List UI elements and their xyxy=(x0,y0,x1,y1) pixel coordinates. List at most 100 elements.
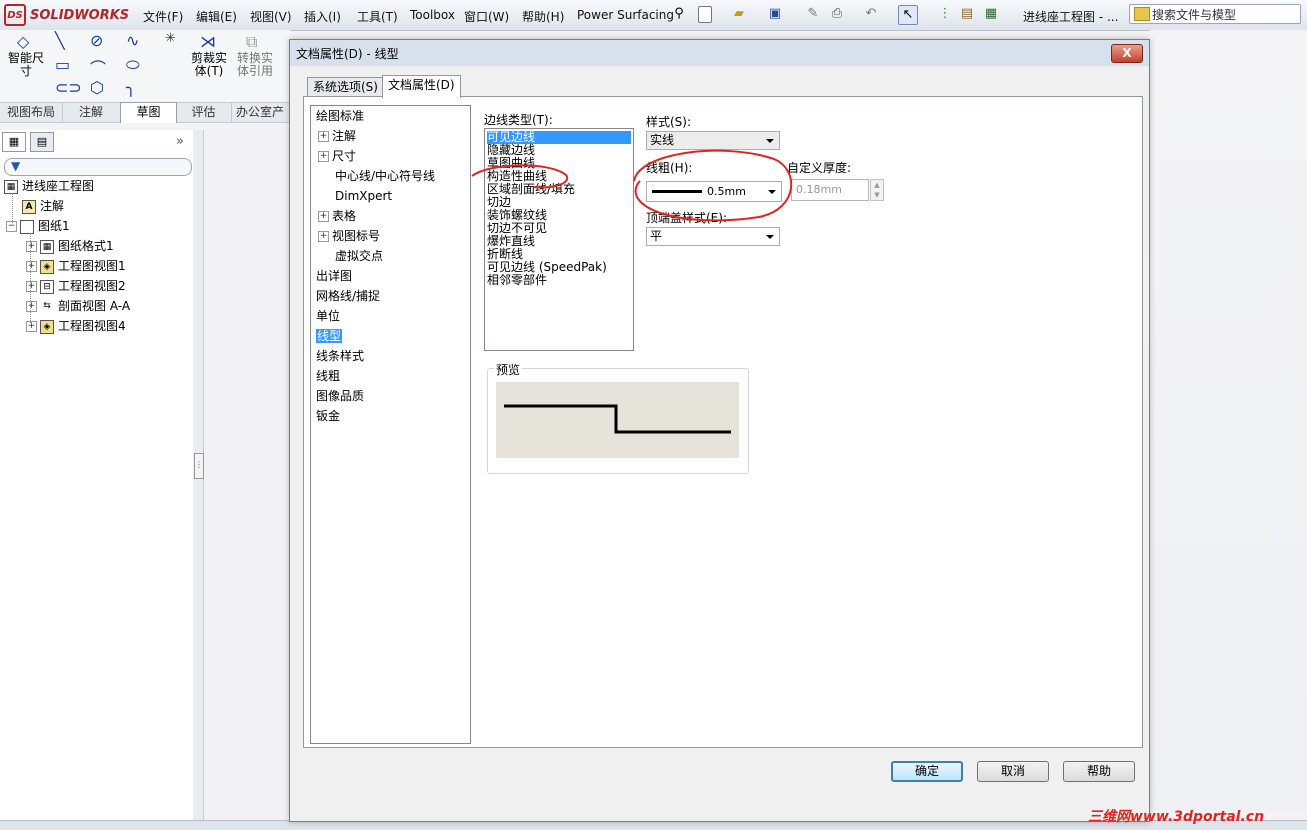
menu-tools[interactable]: 工具(T) xyxy=(357,8,398,25)
tree-item-label: 工程图视图4 xyxy=(58,319,126,333)
tab-annotation[interactable]: 注解 xyxy=(62,103,121,122)
undo-icon[interactable]: ↶ xyxy=(862,5,880,23)
smart-dimension-icon[interactable]: ◇ xyxy=(17,32,29,51)
open-folder-icon[interactable]: ▰ xyxy=(730,5,748,23)
tree-item-view2[interactable]: + ⊟ 工程图视图2 xyxy=(26,277,126,295)
tree-item-section-view[interactable]: + ⇆ 剖面视图 A-A xyxy=(26,297,130,315)
sheet-icon xyxy=(20,219,34,234)
tree-root-label: 进线座工程图 xyxy=(22,179,95,193)
pin-icon[interactable]: ⚲ xyxy=(670,5,688,23)
tab-office[interactable]: 办公室产 xyxy=(231,103,290,122)
tab-page: 绘图标准 + 注解 + 尺寸 中心线/中心符号线 DimXpert + 表格 + 视图标… xyxy=(303,96,1143,748)
options-icon[interactable]: ▦ xyxy=(982,5,1000,23)
panel-splitter[interactable]: ⋮ xyxy=(193,130,204,829)
menu-power-surfacing[interactable]: Power Surfacing xyxy=(577,8,674,22)
tree-item-label: 工程图视图1 xyxy=(58,259,126,273)
brand-name: SOLIDWORKS xyxy=(30,7,130,23)
splitter-grip-icon[interactable]: ⋮ xyxy=(194,453,204,479)
command-manager: ◇ 智能尺寸 ╲ ⊘ ∿ ✳ ▭ ⌒ ⬭ ⊂⊃ ⬡ ╮ ⋊ 剪裁实体(T) ⧉ … xyxy=(0,30,290,102)
tree-item-view4[interactable]: + ◈ 工程图视图4 xyxy=(26,317,126,335)
sheet-format-icon: ▦ xyxy=(40,239,54,254)
annotation-icon: A xyxy=(22,199,36,214)
expand-icon[interactable]: + xyxy=(26,301,37,312)
expand-icon[interactable]: + xyxy=(26,281,37,292)
feature-tree-tab-icon[interactable]: ▦ xyxy=(2,132,26,152)
menu-file[interactable]: 文件(F) xyxy=(143,8,183,25)
smart-dimension-button[interactable]: 智能尺寸 xyxy=(6,52,46,78)
property-manager-tab-icon[interactable]: ▤ xyxy=(30,132,54,152)
traffic-light-icon[interactable]: ⋮ xyxy=(936,5,954,23)
print-icon[interactable]: ⎙ xyxy=(828,5,846,23)
tree-root[interactable]: ▦ 进线座工程图 xyxy=(4,177,94,195)
tab-view-layout[interactable]: 视图布局 xyxy=(0,103,63,122)
trim-icon[interactable]: ⋊ xyxy=(200,32,216,51)
expand-icon[interactable]: + xyxy=(26,261,37,272)
document-properties-dialog: 文档属性(D) - 线型 X 系统选项(S) 文档属性(D) 绘图标准 + 注解 … xyxy=(289,39,1150,822)
rebuild-icon[interactable]: ✎ xyxy=(804,5,822,23)
expand-panel-icon[interactable]: » xyxy=(176,134,184,149)
feature-manager-panel: ▦ ▤ » ▼ ▦ 进线座工程图 A 注解 − 图纸1 + ▦ 图纸格式1 + ◈ 工程图视图… xyxy=(0,130,194,829)
trim-entities-button[interactable]: 剪裁实体(T) xyxy=(190,52,228,78)
tab-system-options[interactable]: 系统选项(S) xyxy=(307,77,384,97)
annotation-stroke-edge xyxy=(471,164,569,189)
select-arrow-icon[interactable]: ↖ xyxy=(898,5,918,25)
spline-icon[interactable]: ∿ xyxy=(126,31,139,50)
document-title: 进线座工程图 - ... xyxy=(1023,10,1119,24)
ds-logo-icon: DS xyxy=(4,4,26,26)
polygon-icon[interactable]: ⬡ xyxy=(90,78,104,97)
rectangle-icon[interactable]: ▭ xyxy=(55,55,70,74)
graphics-area[interactable] xyxy=(1150,30,1307,810)
close-button[interactable]: X xyxy=(1111,44,1143,63)
menu-bar: DS SOLIDWORKS 文件(F) 编辑(E) 视图(V) 插入(I) 工具… xyxy=(0,0,1307,31)
ok-button[interactable]: 确定 xyxy=(891,761,963,782)
expand-icon[interactable]: + xyxy=(26,241,37,252)
tab-evaluate[interactable]: 评估 xyxy=(176,103,232,122)
dialog-body: 系统选项(S) 文档属性(D) 绘图标准 + 注解 + 尺寸 中心线/中心符号线 D… xyxy=(290,66,1149,821)
tree-item-label: 图纸格式1 xyxy=(58,239,114,253)
tab-document-properties[interactable]: 文档属性(D) xyxy=(382,75,461,98)
convert-entities-button[interactable]: 转换实体引用 xyxy=(235,52,275,78)
new-document-icon[interactable] xyxy=(698,6,712,23)
tree-item-view1[interactable]: + ◈ 工程图视图1 xyxy=(26,257,126,275)
menu-help[interactable]: 帮助(H) xyxy=(522,8,564,25)
help-button[interactable]: 帮助 xyxy=(1063,761,1135,782)
annotation-circle-thickness xyxy=(633,149,793,222)
file-properties-icon[interactable]: ▤ xyxy=(958,5,976,23)
solidworks-logo[interactable]: DS SOLIDWORKS xyxy=(4,4,130,26)
circle-icon[interactable]: ⊘ xyxy=(90,31,103,50)
arc-icon[interactable]: ⌒ xyxy=(90,55,106,79)
point-icon[interactable]: ✳ xyxy=(165,31,176,46)
tree-filter-input[interactable]: ▼ xyxy=(4,158,192,176)
menu-window[interactable]: 窗口(W) xyxy=(464,8,509,25)
collapse-icon[interactable]: − xyxy=(6,221,17,232)
menu-toolbox[interactable]: Toolbox xyxy=(410,8,455,22)
tree-item-sheet-format[interactable]: + ▦ 图纸格式1 xyxy=(26,237,114,255)
expand-icon[interactable]: + xyxy=(26,321,37,332)
filter-icon: ▼ xyxy=(11,159,21,173)
ellipse-icon[interactable]: ⬭ xyxy=(126,55,140,75)
command-manager-tabs: 视图布局 注解 草图 评估 办公室产 xyxy=(0,102,290,123)
tree-item-label: 图纸1 xyxy=(38,219,70,233)
search-placeholder: 搜索文件与模型 xyxy=(1152,8,1237,22)
menu-view[interactable]: 视图(V) xyxy=(250,8,292,25)
menu-edit[interactable]: 编辑(E) xyxy=(196,8,237,25)
search-folder-icon xyxy=(1134,7,1150,21)
slot-icon[interactable]: ⊂⊃ xyxy=(55,78,82,97)
tree-item-sheet1[interactable]: − 图纸1 xyxy=(6,217,70,235)
projected-view-icon: ⊟ xyxy=(40,279,54,294)
search-input[interactable]: 搜索文件与模型 xyxy=(1129,4,1301,24)
dialog-title: 文档属性(D) - 线型 xyxy=(296,47,399,61)
tree-item-label: 工程图视图2 xyxy=(58,279,126,293)
save-icon[interactable]: ▣ xyxy=(766,5,784,23)
line-icon[interactable]: ╲ xyxy=(55,31,65,50)
tree-item-label: 注解 xyxy=(40,199,65,213)
convert-entities-icon[interactable]: ⧉ xyxy=(246,32,257,52)
tab-sketch[interactable]: 草图 xyxy=(120,102,177,123)
menu-insert[interactable]: 插入(I) xyxy=(304,8,341,25)
cancel-button[interactable]: 取消 xyxy=(977,761,1049,782)
watermark: 三维网www.3dportal.cn xyxy=(1088,809,1265,825)
tree-item-annotations[interactable]: A 注解 xyxy=(22,197,64,215)
drawing-view-icon: ◈ xyxy=(40,319,54,334)
drawing-view-icon: ◈ xyxy=(40,259,54,274)
fillet-icon[interactable]: ╮ xyxy=(126,78,136,97)
